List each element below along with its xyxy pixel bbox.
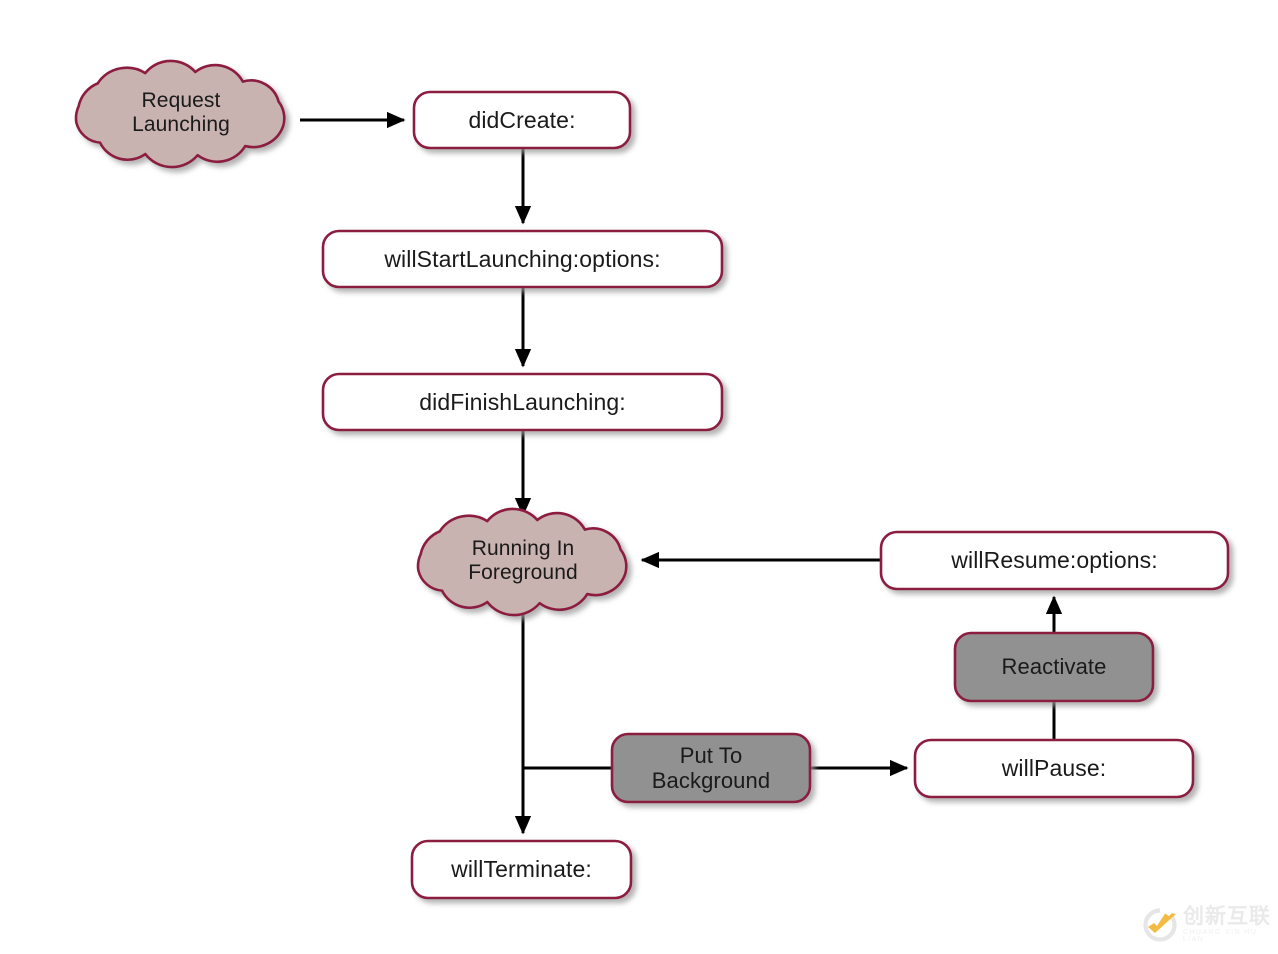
watermark-chinese: 创新互联	[1183, 904, 1271, 928]
watermark: 创新互联 CHUANG XIN HU LIAN	[1143, 906, 1278, 943]
node-label-request-launching: Request Launching	[132, 89, 230, 136]
node-label-running-in-foreground: Running In Foreground	[468, 537, 578, 584]
node-label-put-to-background: Put To Background	[651, 742, 771, 793]
node-label-reactivate: Reactivate	[1001, 654, 1107, 680]
node-label-did-finish-launching: didFinishLaunching:	[419, 388, 626, 415]
node-label-will-pause: willPause:	[1001, 755, 1107, 782]
watermark-pinyin: CHUANG XIN HU LIAN	[1183, 929, 1258, 943]
node-label-will-terminate: willTerminate:	[451, 856, 592, 883]
node-label-will-resume-options: willResume:options:	[951, 547, 1158, 574]
diagram-canvas: Request Launching didCreate: willStartLaun…	[0, 0, 1278, 954]
c-swoosh-logo-icon	[1143, 907, 1177, 942]
node-label-will-start-launching: willStartLaunching:options:	[384, 245, 661, 272]
watermark-text: 创新互联 CHUANG XIN HU LIAN	[1183, 904, 1278, 944]
node-label-did-create: didCreate:	[468, 106, 576, 133]
